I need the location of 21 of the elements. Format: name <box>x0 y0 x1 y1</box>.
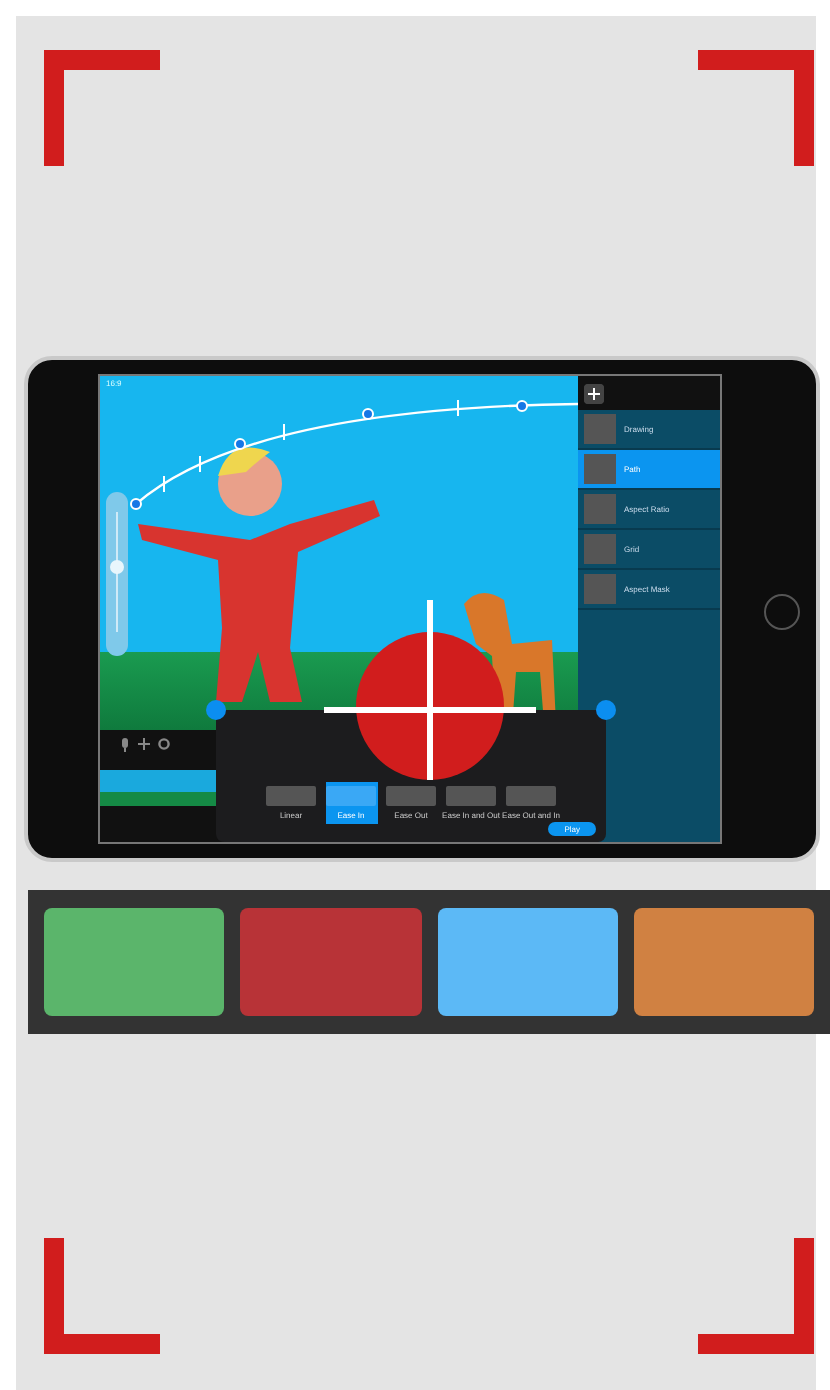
color-swatch[interactable] <box>240 908 421 1016</box>
corner-bracket-icon <box>44 1238 160 1354</box>
add-layer-icon[interactable] <box>584 383 604 403</box>
layer-thumbnail <box>584 454 616 484</box>
home-button[interactable] <box>764 594 800 630</box>
color-swatch[interactable] <box>44 908 225 1016</box>
plus-icon[interactable] <box>138 738 150 750</box>
layer-thumbnail <box>584 494 616 524</box>
layer-thumbnail <box>584 534 616 564</box>
color-swatch[interactable] <box>437 908 618 1016</box>
corner-bracket-icon <box>698 1238 814 1354</box>
crosshair-icon <box>324 600 536 780</box>
slider-thumb[interactable] <box>110 559 124 573</box>
corner-bracket-icon <box>698 50 814 166</box>
corner-bracket-icon <box>44 50 160 166</box>
color-swatch[interactable] <box>633 908 814 1016</box>
microphone-icon[interactable] <box>120 737 130 751</box>
zoom-slider[interactable] <box>106 492 128 656</box>
gear-icon[interactable] <box>158 738 170 750</box>
layer-thumbnail <box>584 414 616 444</box>
layer-thumbnail <box>584 574 616 604</box>
